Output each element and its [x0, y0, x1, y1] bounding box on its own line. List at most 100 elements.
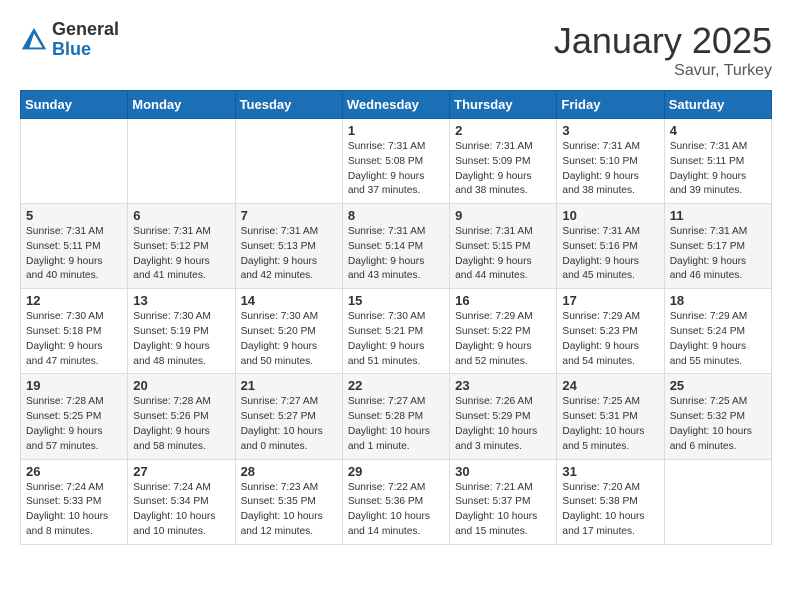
day-number: 27: [133, 464, 229, 479]
day-number: 4: [670, 123, 766, 138]
day-info: Sunrise: 7:31 AM Sunset: 5:09 PM Dayligh…: [455, 140, 551, 199]
day-number: 21: [241, 378, 337, 393]
weekday-header-thursday: Thursday: [450, 91, 557, 119]
day-number: 2: [455, 123, 551, 138]
day-number: 9: [455, 208, 551, 223]
month-year-title: January 2025: [554, 20, 772, 62]
weekday-header-saturday: Saturday: [664, 91, 771, 119]
day-number: 13: [133, 293, 229, 308]
day-info: Sunrise: 7:28 AM Sunset: 5:25 PM Dayligh…: [26, 395, 122, 454]
page-header: General Blue January 2025 Savur, Turkey: [20, 20, 772, 80]
weekday-header-monday: Monday: [128, 91, 235, 119]
day-number: 1: [348, 123, 444, 138]
day-info: Sunrise: 7:24 AM Sunset: 5:33 PM Dayligh…: [26, 481, 122, 540]
weekday-header-wednesday: Wednesday: [342, 91, 449, 119]
day-info: Sunrise: 7:30 AM Sunset: 5:18 PM Dayligh…: [26, 310, 122, 369]
calendar-cell: 8Sunrise: 7:31 AM Sunset: 5:14 PM Daylig…: [342, 204, 449, 289]
weekday-header-sunday: Sunday: [21, 91, 128, 119]
day-number: 8: [348, 208, 444, 223]
day-number: 30: [455, 464, 551, 479]
calendar-week-row: 5Sunrise: 7:31 AM Sunset: 5:11 PM Daylig…: [21, 204, 772, 289]
day-info: Sunrise: 7:30 AM Sunset: 5:19 PM Dayligh…: [133, 310, 229, 369]
calendar-cell: 16 Sunrise: 7:29 AM Sunset: 5:22 PM Dayli…: [450, 289, 557, 374]
day-info: Sunrise: 7:31 AM Sunset: 5:11 PM Dayligh…: [670, 140, 766, 199]
day-number: 10: [562, 208, 658, 223]
day-number: 23: [455, 378, 551, 393]
calendar-week-row: 1 Sunrise: 7:31 AM Sunset: 5:08 PM Daylig…: [21, 119, 772, 204]
day-number: 18: [670, 293, 766, 308]
calendar-cell: 6 Sunrise: 7:31 AM Sunset: 5:12 PM Daylig…: [128, 204, 235, 289]
day-number: 28: [241, 464, 337, 479]
day-number: 29: [348, 464, 444, 479]
day-info: Sunrise: 7:31 AM Sunset: 5:17 PM Dayligh…: [670, 225, 766, 284]
day-info: Sunrise: 7:25 AM Sunset: 5:31 PM Dayligh…: [562, 395, 658, 454]
day-number: 11: [670, 208, 766, 223]
calendar-cell: 29Sunrise: 7:22 AM Sunset: 5:36 PM Dayli…: [342, 459, 449, 544]
calendar-cell: [21, 119, 128, 204]
location-subtitle: Savur, Turkey: [554, 62, 772, 80]
calendar-cell: 23 Sunrise: 7:26 AM Sunset: 5:29 PM Dayli…: [450, 374, 557, 459]
day-number: 16: [455, 293, 551, 308]
calendar-cell: 11 Sunrise: 7:31 AM Sunset: 5:17 PM Dayli…: [664, 204, 771, 289]
calendar-cell: 13 Sunrise: 7:30 AM Sunset: 5:19 PM Dayli…: [128, 289, 235, 374]
day-number: 25: [670, 378, 766, 393]
day-number: 14: [241, 293, 337, 308]
calendar-cell: 24 Sunrise: 7:25 AM Sunset: 5:31 PM Dayli…: [557, 374, 664, 459]
day-info: Sunrise: 7:26 AM Sunset: 5:29 PM Dayligh…: [455, 395, 551, 454]
calendar-cell: 31Sunrise: 7:20 AM Sunset: 5:38 PM Dayli…: [557, 459, 664, 544]
day-number: 15: [348, 293, 444, 308]
day-info: Sunrise: 7:25 AM Sunset: 5:32 PM Dayligh…: [670, 395, 766, 454]
calendar-cell: 17Sunrise: 7:29 AM Sunset: 5:23 PM Dayli…: [557, 289, 664, 374]
day-info: Sunrise: 7:31 AM Sunset: 5:13 PM Dayligh…: [241, 225, 337, 284]
calendar-cell: 22Sunrise: 7:27 AM Sunset: 5:28 PM Dayli…: [342, 374, 449, 459]
logo-general-text: General: [52, 20, 119, 40]
day-info: Sunrise: 7:31 AM Sunset: 5:08 PM Dayligh…: [348, 140, 444, 199]
day-number: 24: [562, 378, 658, 393]
day-info: Sunrise: 7:29 AM Sunset: 5:22 PM Dayligh…: [455, 310, 551, 369]
weekday-header-tuesday: Tuesday: [235, 91, 342, 119]
calendar-cell: 14 Sunrise: 7:30 AM Sunset: 5:20 PM Dayli…: [235, 289, 342, 374]
calendar-cell: 7Sunrise: 7:31 AM Sunset: 5:13 PM Daylig…: [235, 204, 342, 289]
logo: General Blue: [20, 20, 119, 60]
day-number: 22: [348, 378, 444, 393]
calendar-cell: [664, 459, 771, 544]
day-info: Sunrise: 7:31 AM Sunset: 5:12 PM Dayligh…: [133, 225, 229, 284]
day-number: 31: [562, 464, 658, 479]
calendar-week-row: 19 Sunrise: 7:28 AM Sunset: 5:25 PM Dayli…: [21, 374, 772, 459]
calendar-cell: 28Sunrise: 7:23 AM Sunset: 5:35 PM Dayli…: [235, 459, 342, 544]
logo-text: General Blue: [52, 20, 119, 60]
calendar-cell: 15 Sunrise: 7:30 AM Sunset: 5:21 PM Dayli…: [342, 289, 449, 374]
calendar-cell: 12Sunrise: 7:30 AM Sunset: 5:18 PM Dayli…: [21, 289, 128, 374]
calendar-cell: 27 Sunrise: 7:24 AM Sunset: 5:34 PM Dayli…: [128, 459, 235, 544]
day-number: 17: [562, 293, 658, 308]
calendar-cell: 5Sunrise: 7:31 AM Sunset: 5:11 PM Daylig…: [21, 204, 128, 289]
day-info: Sunrise: 7:30 AM Sunset: 5:21 PM Dayligh…: [348, 310, 444, 369]
day-number: 6: [133, 208, 229, 223]
calendar-week-row: 26 Sunrise: 7:24 AM Sunset: 5:33 PM Dayli…: [21, 459, 772, 544]
calendar-cell: 30 Sunrise: 7:21 AM Sunset: 5:37 PM Dayli…: [450, 459, 557, 544]
calendar-cell: 21 Sunrise: 7:27 AM Sunset: 5:27 PM Dayli…: [235, 374, 342, 459]
weekday-header-friday: Friday: [557, 91, 664, 119]
calendar-cell: 26 Sunrise: 7:24 AM Sunset: 5:33 PM Dayli…: [21, 459, 128, 544]
day-number: 26: [26, 464, 122, 479]
day-info: Sunrise: 7:30 AM Sunset: 5:20 PM Dayligh…: [241, 310, 337, 369]
day-info: Sunrise: 7:31 AM Sunset: 5:16 PM Dayligh…: [562, 225, 658, 284]
title-block: January 2025 Savur, Turkey: [554, 20, 772, 80]
calendar-cell: 9Sunrise: 7:31 AM Sunset: 5:15 PM Daylig…: [450, 204, 557, 289]
calendar-header-row: SundayMondayTuesdayWednesdayThursdayFrid…: [21, 91, 772, 119]
calendar-cell: 4 Sunrise: 7:31 AM Sunset: 5:11 PM Daylig…: [664, 119, 771, 204]
day-number: 20: [133, 378, 229, 393]
day-info: Sunrise: 7:21 AM Sunset: 5:37 PM Dayligh…: [455, 481, 551, 540]
calendar-cell: 1 Sunrise: 7:31 AM Sunset: 5:08 PM Daylig…: [342, 119, 449, 204]
day-number: 19: [26, 378, 122, 393]
day-info: Sunrise: 7:29 AM Sunset: 5:24 PM Dayligh…: [670, 310, 766, 369]
day-info: Sunrise: 7:31 AM Sunset: 5:11 PM Dayligh…: [26, 225, 122, 284]
day-info: Sunrise: 7:24 AM Sunset: 5:34 PM Dayligh…: [133, 481, 229, 540]
calendar-cell: 18 Sunrise: 7:29 AM Sunset: 5:24 PM Dayli…: [664, 289, 771, 374]
day-info: Sunrise: 7:27 AM Sunset: 5:27 PM Dayligh…: [241, 395, 337, 454]
day-info: Sunrise: 7:28 AM Sunset: 5:26 PM Dayligh…: [133, 395, 229, 454]
calendar-cell: 25 Sunrise: 7:25 AM Sunset: 5:32 PM Dayli…: [664, 374, 771, 459]
day-info: Sunrise: 7:31 AM Sunset: 5:10 PM Dayligh…: [562, 140, 658, 199]
calendar-cell: [128, 119, 235, 204]
calendar-cell: 20 Sunrise: 7:28 AM Sunset: 5:26 PM Dayli…: [128, 374, 235, 459]
